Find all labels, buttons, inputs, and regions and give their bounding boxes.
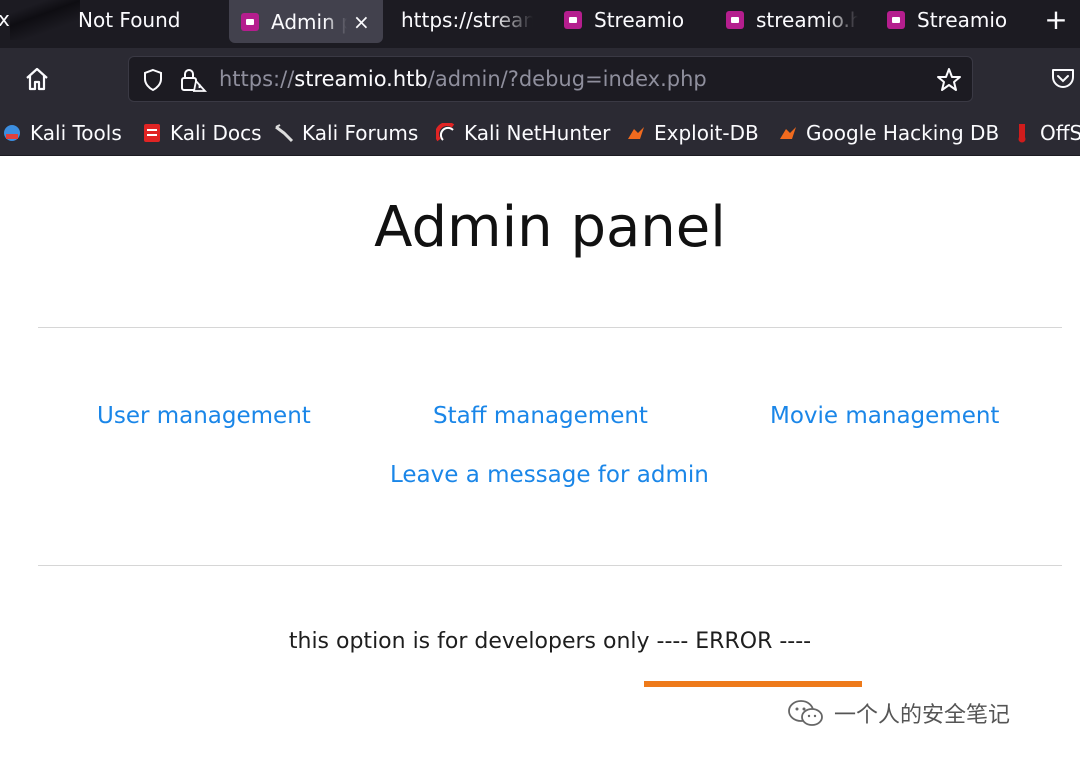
highlight-underline xyxy=(644,681,862,687)
streamio-favicon-icon xyxy=(241,12,259,31)
url-host: streamio.htb xyxy=(294,67,428,91)
divider-top xyxy=(38,327,1062,328)
tab-strip: x Not Found Admin p × https://strean Str… xyxy=(0,0,1080,48)
new-tab-button[interactable]: + xyxy=(1040,4,1072,36)
kali-forums-icon xyxy=(275,124,294,143)
page-content: Admin panel User management Staff manage… xyxy=(0,157,1080,760)
kali-nethunter-icon xyxy=(436,123,455,142)
tab-streamio-1[interactable]: Streamio xyxy=(564,0,704,40)
tab-label: Streamio xyxy=(594,8,685,32)
tab-admin-panel[interactable]: Admin p × xyxy=(229,0,383,43)
watermark: 一个人的安全笔记 xyxy=(786,697,1010,729)
bookmark-offsec[interactable]: OffS xyxy=(1012,120,1080,146)
user-management-link[interactable]: User management xyxy=(97,403,311,429)
home-icon[interactable] xyxy=(22,64,52,94)
kali-docs-icon xyxy=(144,124,160,142)
bookmark-google-hacking-db[interactable]: Google Hacking DB xyxy=(778,120,999,146)
bookmark-star-icon[interactable] xyxy=(936,67,962,93)
tab-label: streamio.h xyxy=(756,8,858,32)
streamio-favicon-icon xyxy=(887,11,905,29)
debug-error-message: this option is for developers only ---- … xyxy=(288,629,812,654)
insecure-lock-icon[interactable] xyxy=(179,67,207,93)
close-tab-icon[interactable]: × xyxy=(353,10,370,34)
streamio-favicon-icon xyxy=(564,11,582,29)
tracking-protection-shield-icon[interactable] xyxy=(141,68,165,92)
tab-label: https://strean xyxy=(401,8,533,32)
bookmark-kali-docs[interactable]: Kali Docs xyxy=(142,120,262,146)
bookmark-label: Google Hacking DB xyxy=(806,121,1000,145)
bookmarks-toolbar: Kali Tools Kali Docs Kali Forums Kali Ne… xyxy=(0,110,1080,156)
offsec-icon xyxy=(1018,124,1026,143)
wechat-icon xyxy=(788,700,823,726)
page-title: Admin panel xyxy=(374,195,726,260)
tab-strip-decoration xyxy=(10,0,80,40)
bookmark-label: Kali Tools xyxy=(30,121,122,145)
streamio-favicon-icon xyxy=(726,11,744,29)
bookmark-kali-tools[interactable]: Kali Tools xyxy=(2,120,122,146)
leave-message-link[interactable]: Leave a message for admin xyxy=(390,462,709,488)
tab-close-partial[interactable]: x xyxy=(0,7,10,31)
tab-label: Not Found xyxy=(78,8,181,32)
watermark-text: 一个人的安全笔记 xyxy=(834,703,1011,728)
bookmark-label: OffS xyxy=(1040,121,1080,145)
bookmark-label: Kali Forums xyxy=(302,121,419,145)
ghdb-icon xyxy=(780,127,796,139)
divider-bottom xyxy=(38,565,1062,566)
bookmark-label: Exploit-DB xyxy=(654,121,759,145)
tab-label: Streamio xyxy=(917,8,1008,32)
movie-management-link[interactable]: Movie management xyxy=(770,403,999,429)
staff-management-link[interactable]: Staff management xyxy=(433,403,648,429)
url-text[interactable]: https://streamio.htb/admin/?debug=index.… xyxy=(219,67,707,91)
url-scheme: https:// xyxy=(219,67,295,91)
navigation-toolbar: https://streamio.htb/admin/?debug=index.… xyxy=(0,48,1080,110)
address-bar[interactable]: https://streamio.htb/admin/?debug=index.… xyxy=(128,56,973,102)
bookmark-kali-nethunter[interactable]: Kali NetHunter xyxy=(436,120,610,146)
tab-label: Admin p xyxy=(271,9,347,34)
url-path: /admin/?debug=index.php xyxy=(427,67,707,91)
bookmark-label: Kali NetHunter xyxy=(464,121,611,145)
tab-streamio-url[interactable]: https://strean xyxy=(401,0,533,40)
tab-not-found[interactable]: Not Found xyxy=(78,0,218,40)
tab-streamio-htb[interactable]: streamio.h xyxy=(726,0,860,40)
pocket-icon[interactable] xyxy=(1050,67,1076,91)
bookmark-kali-forums[interactable]: Kali Forums xyxy=(274,120,418,146)
exploit-db-icon xyxy=(628,127,644,139)
bookmark-exploit-db[interactable]: Exploit-DB xyxy=(626,120,759,146)
bookmark-label: Kali Docs xyxy=(170,121,262,145)
tab-streamio-2[interactable]: Streamio xyxy=(887,0,1027,40)
kali-tools-icon xyxy=(4,125,20,141)
